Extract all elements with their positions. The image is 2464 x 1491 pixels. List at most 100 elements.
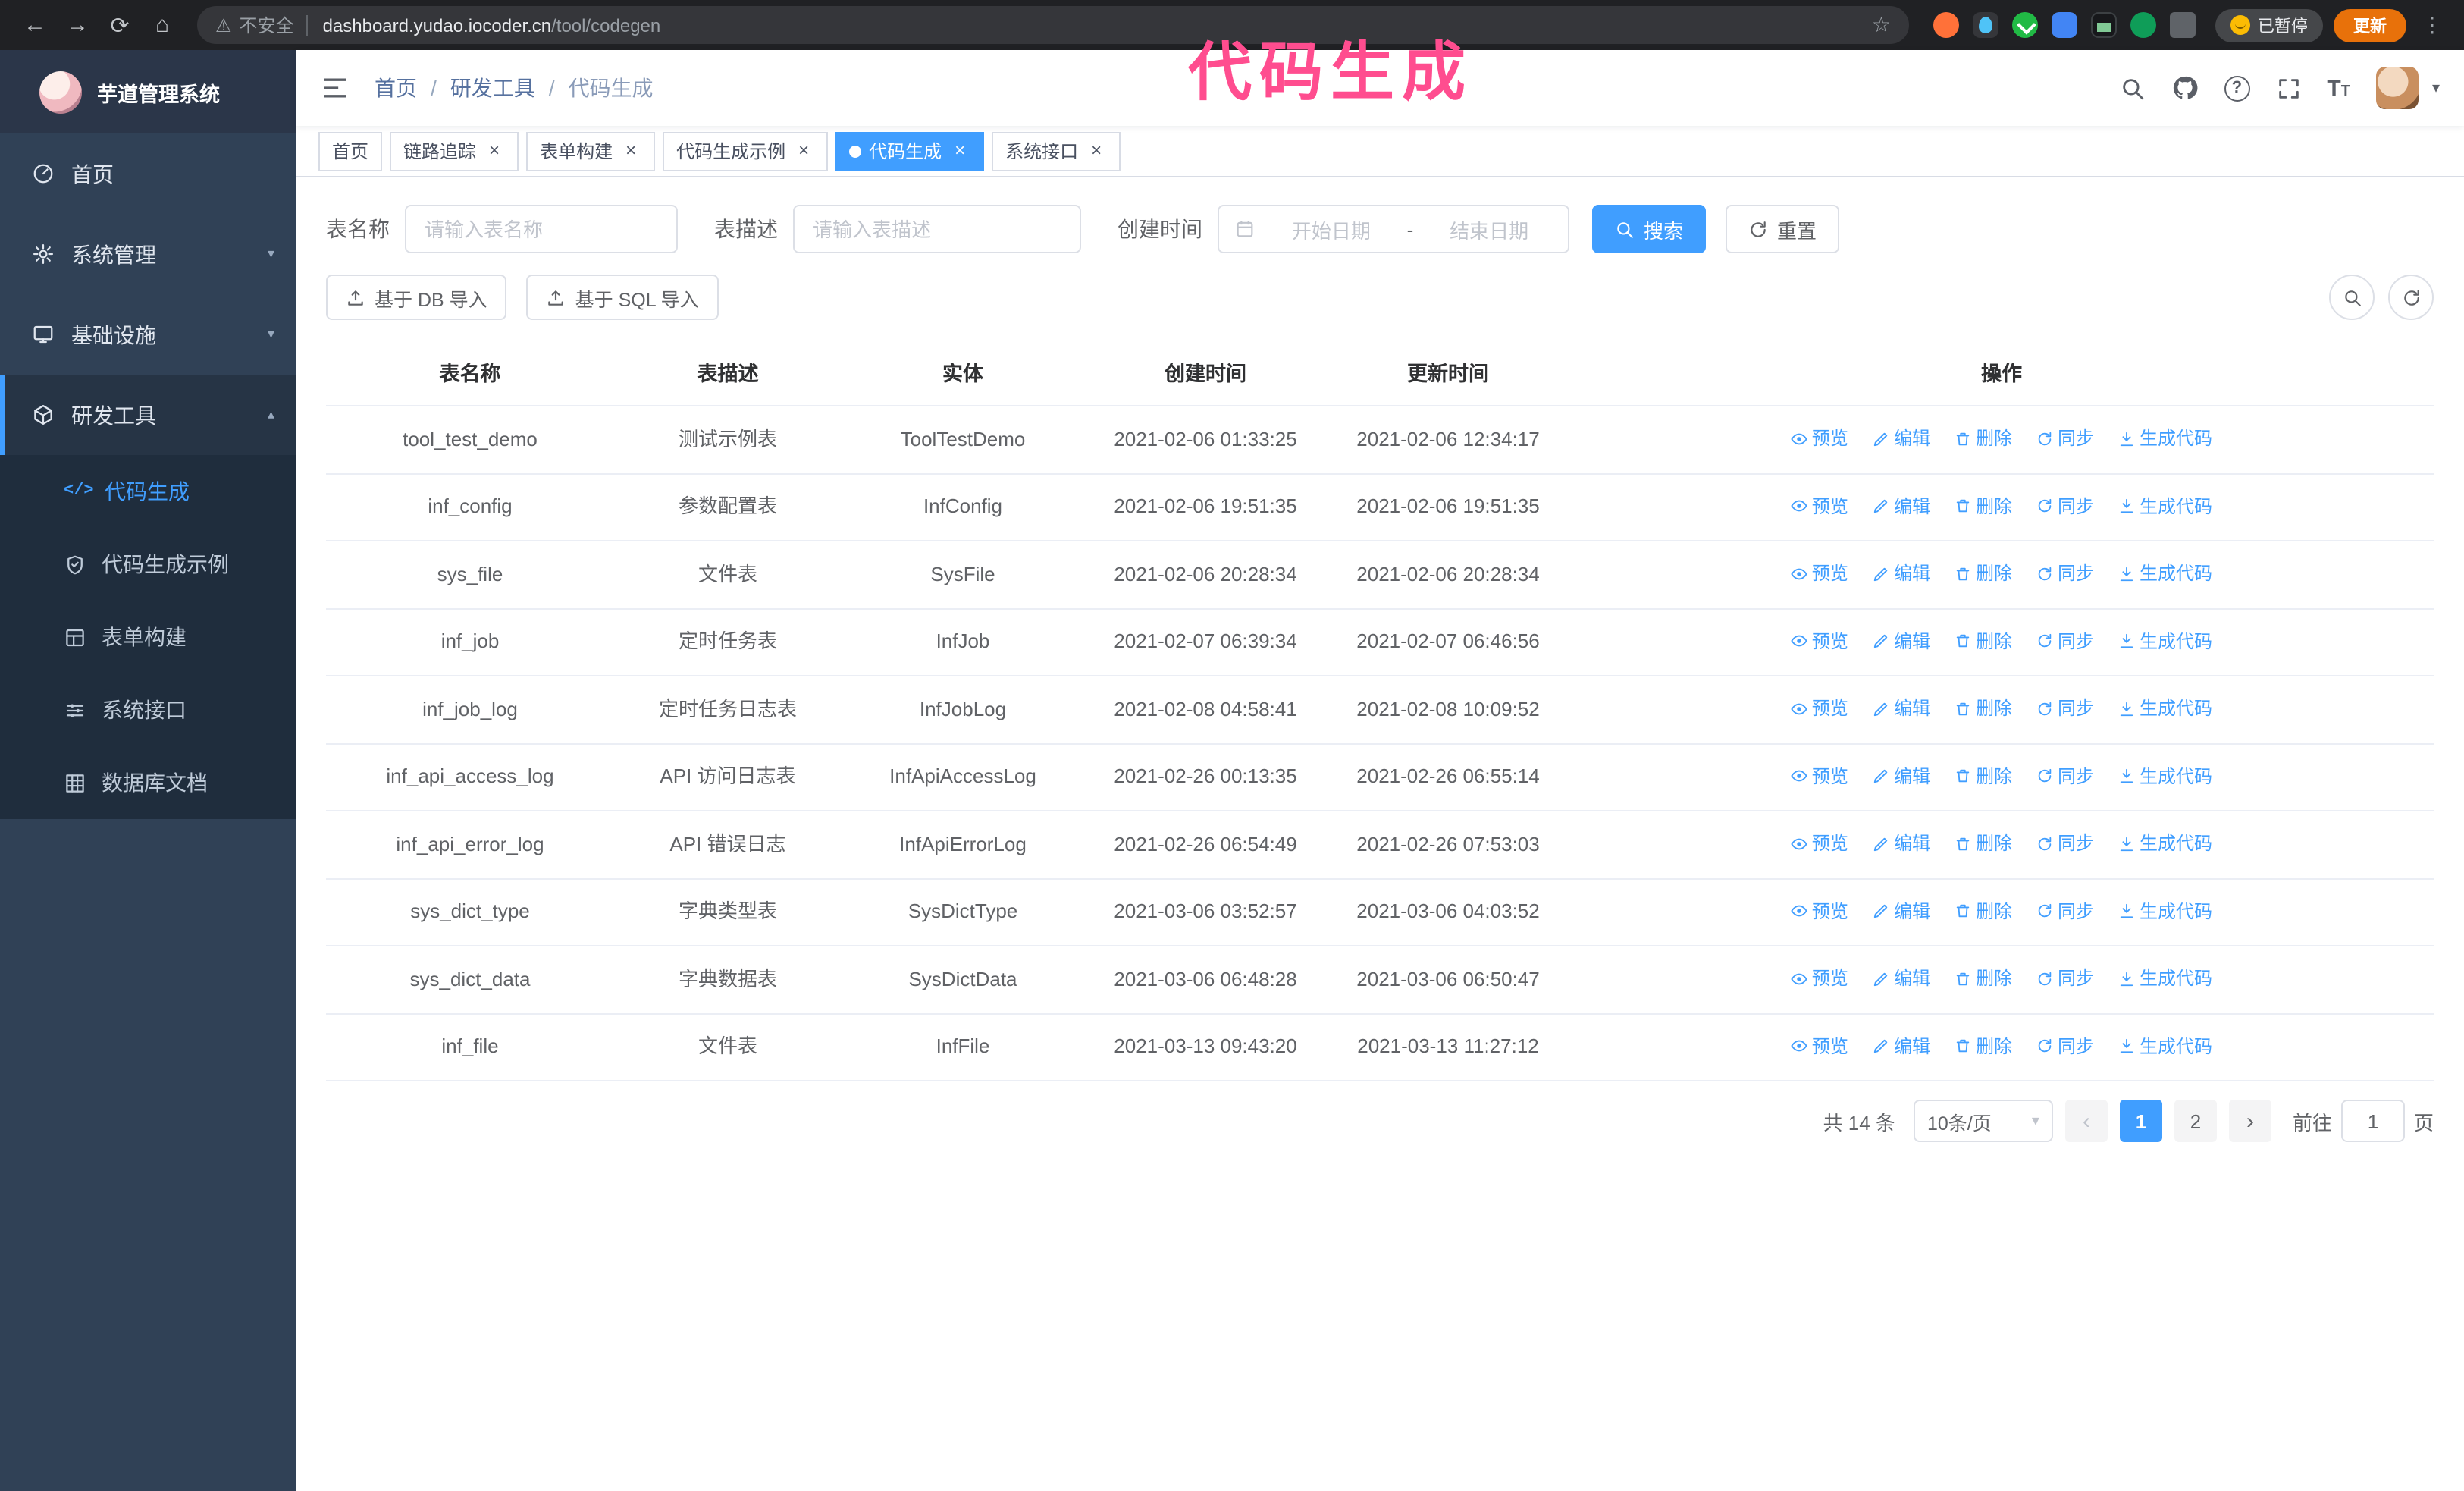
extension-icon-2[interactable] — [1973, 12, 1998, 38]
app-logo[interactable]: 芋道管理系统 — [0, 50, 296, 133]
page-button-2[interactable]: 2 — [2174, 1100, 2217, 1142]
row-action-sync[interactable]: 同步 — [2036, 759, 2094, 793]
column-header-table-name[interactable]: 表名称 — [326, 338, 614, 406]
row-action-edit[interactable]: 编辑 — [1873, 894, 1930, 928]
row-action-preview[interactable]: 预览 — [1791, 962, 1848, 995]
row-action-preview[interactable]: 预览 — [1791, 557, 1848, 590]
table-row[interactable]: tool_test_demo 测试示例表 ToolTestDemo 2021-0… — [326, 406, 2434, 474]
page-size-select[interactable]: 10条/页 ▾ — [1913, 1100, 2053, 1142]
sidebar-item-codegen[interactable]: </> 代码生成 — [0, 455, 296, 528]
column-header-table-desc[interactable]: 表描述 — [614, 338, 842, 406]
table-row[interactable]: inf_config 参数配置表 InfConfig 2021-02-06 19… — [326, 473, 2434, 541]
tab-codegen[interactable]: 代码生成 × — [835, 131, 985, 171]
bookmark-star-icon[interactable]: ☆ — [1872, 12, 1891, 38]
browser-back-icon[interactable]: ← — [15, 5, 55, 45]
browser-menu-icon[interactable]: ⋮ — [2415, 12, 2449, 38]
table-row[interactable]: inf_file 文件表 InfFile 2021-03-13 09:43:20… — [326, 1013, 2434, 1081]
row-action-generate-code[interactable]: 生成代码 — [2118, 557, 2212, 590]
import-sql-button[interactable]: 基于 SQL 导入 — [526, 275, 719, 320]
extension-icon-5[interactable] — [2091, 12, 2117, 38]
sidebar-item-db-docs[interactable]: 数据库文档 — [0, 746, 296, 819]
close-icon[interactable]: × — [1086, 140, 1107, 162]
row-action-generate-code[interactable]: 生成代码 — [2118, 1029, 2212, 1063]
row-action-generate-code[interactable]: 生成代码 — [2118, 422, 2212, 455]
table-row[interactable]: inf_api_access_log API 访问日志表 InfApiAcces… — [326, 743, 2434, 811]
row-action-delete[interactable]: 删除 — [1955, 759, 2012, 793]
row-action-generate-code[interactable]: 生成代码 — [2118, 759, 2212, 793]
address-bar[interactable]: ⚠ 不安全 dashboard.yudao.iocoder.cn/tool/co… — [197, 6, 1909, 44]
sidebar-item-devtools[interactable]: 研发工具 ▴ — [0, 375, 296, 455]
sidebar-item-system-api[interactable]: 系统接口 — [0, 673, 296, 746]
prev-page-button[interactable]: ‹ — [2064, 1100, 2108, 1142]
row-action-sync[interactable]: 同步 — [2036, 624, 2094, 658]
row-action-delete[interactable]: 删除 — [1955, 894, 2012, 928]
fullscreen-icon[interactable] — [2275, 75, 2301, 101]
paused-badge[interactable]: 已暂停 — [2215, 8, 2323, 42]
close-icon[interactable]: × — [793, 140, 814, 162]
extension-icon-1[interactable] — [1933, 12, 1959, 38]
github-icon[interactable] — [2171, 74, 2198, 102]
row-action-preview[interactable]: 预览 — [1791, 624, 1848, 658]
row-action-sync[interactable]: 同步 — [2036, 489, 2094, 523]
import-db-button[interactable]: 基于 DB 导入 — [326, 275, 507, 320]
update-button[interactable]: 更新 — [2334, 8, 2406, 42]
row-action-edit[interactable]: 编辑 — [1873, 489, 1930, 523]
sidebar-item-codegen-example[interactable]: 代码生成示例 — [0, 528, 296, 601]
row-action-sync[interactable]: 同步 — [2036, 894, 2094, 928]
sidebar-item-form-builder[interactable]: 表单构建 — [0, 601, 296, 673]
font-size-icon[interactable]: TT — [2327, 77, 2350, 99]
row-action-edit[interactable]: 编辑 — [1873, 759, 1930, 793]
goto-page-input[interactable] — [2340, 1100, 2405, 1142]
tab-form-builder[interactable]: 表单构建 × — [526, 131, 656, 171]
row-action-sync[interactable]: 同步 — [2036, 827, 2094, 860]
search-button[interactable]: 搜索 — [1592, 205, 1707, 253]
row-action-sync[interactable]: 同步 — [2036, 692, 2094, 725]
breadcrumb-home[interactable]: 首页 — [375, 73, 417, 103]
browser-forward-icon[interactable]: → — [58, 5, 97, 45]
refresh-table-button[interactable] — [2388, 275, 2434, 320]
close-icon[interactable]: × — [484, 140, 505, 162]
tab-system-api[interactable]: 系统接口 × — [992, 131, 1121, 171]
extension-icon-7[interactable] — [2170, 12, 2196, 38]
row-action-edit[interactable]: 编辑 — [1873, 422, 1930, 455]
row-action-sync[interactable]: 同步 — [2036, 1029, 2094, 1063]
extension-icon-4[interactable] — [2052, 12, 2077, 38]
row-action-generate-code[interactable]: 生成代码 — [2118, 624, 2212, 658]
row-action-generate-code[interactable]: 生成代码 — [2118, 489, 2212, 523]
row-action-preview[interactable]: 预览 — [1791, 1029, 1848, 1063]
reset-button[interactable]: 重置 — [1726, 205, 1840, 253]
row-action-preview[interactable]: 预览 — [1791, 692, 1848, 725]
tab-codegen-example[interactable]: 代码生成示例 × — [663, 131, 829, 171]
user-avatar[interactable] — [2375, 67, 2419, 109]
tab-tracing[interactable]: 链路追踪 × — [390, 131, 519, 171]
table-desc-input[interactable] — [793, 205, 1081, 253]
row-action-generate-code[interactable]: 生成代码 — [2118, 692, 2212, 725]
row-action-delete[interactable]: 删除 — [1955, 1029, 2012, 1063]
row-action-delete[interactable]: 删除 — [1955, 962, 2012, 995]
page-button-1[interactable]: 1 — [2119, 1100, 2162, 1142]
row-action-edit[interactable]: 编辑 — [1873, 962, 1930, 995]
browser-home-icon[interactable]: ⌂ — [143, 5, 182, 45]
browser-reload-icon[interactable]: ⟳ — [100, 5, 140, 45]
row-action-edit[interactable]: 编辑 — [1873, 692, 1930, 725]
table-row[interactable]: sys_file 文件表 SysFile 2021-02-06 20:28:34… — [326, 541, 2434, 609]
close-icon[interactable]: × — [949, 140, 970, 162]
table-row[interactable]: sys_dict_type 字典类型表 SysDictType 2021-03-… — [326, 878, 2434, 946]
row-action-preview[interactable]: 预览 — [1791, 894, 1848, 928]
next-page-button[interactable]: › — [2228, 1100, 2271, 1142]
row-action-edit[interactable]: 编辑 — [1873, 624, 1930, 658]
row-action-sync[interactable]: 同步 — [2036, 962, 2094, 995]
table-name-input[interactable] — [405, 205, 678, 253]
row-action-sync[interactable]: 同步 — [2036, 557, 2094, 590]
row-action-delete[interactable]: 删除 — [1955, 692, 2012, 725]
tab-home[interactable]: 首页 — [318, 131, 383, 171]
row-action-generate-code[interactable]: 生成代码 — [2118, 962, 2212, 995]
row-action-edit[interactable]: 编辑 — [1873, 827, 1930, 860]
row-action-edit[interactable]: 编辑 — [1873, 557, 1930, 590]
toggle-search-button[interactable] — [2329, 275, 2375, 320]
sidebar-item-system[interactable]: 系统管理 ▾ — [0, 214, 296, 294]
column-header-entity[interactable]: 实体 — [842, 338, 1084, 406]
hamburger-icon[interactable] — [320, 73, 350, 103]
extension-icon-3[interactable] — [2012, 12, 2038, 38]
create-time-range-picker[interactable]: 开始日期 - 结束日期 — [1218, 205, 1569, 253]
